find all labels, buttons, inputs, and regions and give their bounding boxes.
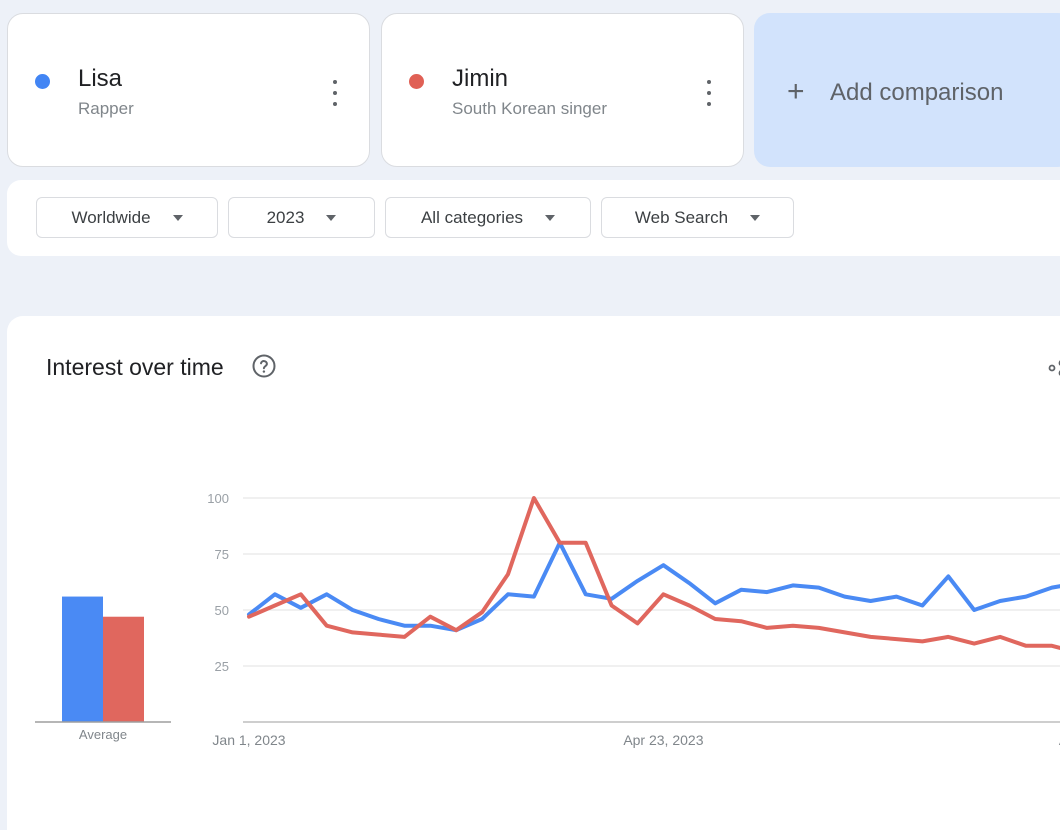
series-line-jimin	[247, 496, 1060, 650]
y-tick-label: 100	[207, 491, 229, 506]
data-point	[299, 606, 303, 610]
add-comparison-label: Add comparison	[830, 79, 1004, 106]
series-line-lisa	[247, 540, 1060, 633]
data-point	[920, 604, 924, 608]
data-point	[273, 604, 277, 608]
time-range-select-value: 2023	[266, 207, 305, 227]
data-point	[713, 601, 717, 605]
x-tick-label: Jan 1, 2023	[212, 732, 285, 748]
data-point	[584, 592, 588, 596]
data-point	[402, 624, 406, 628]
data-point	[713, 617, 717, 621]
data-point	[558, 541, 562, 545]
dropdown-caret-icon	[545, 214, 556, 221]
data-point	[739, 588, 743, 592]
average-label: Average	[79, 727, 127, 742]
data-point	[377, 633, 381, 637]
term-subtitle: South Korean singer	[452, 99, 607, 118]
data-point	[610, 604, 614, 608]
data-point	[946, 635, 950, 639]
data-point	[428, 615, 432, 619]
plus-icon: +	[787, 75, 805, 108]
series-color-dot	[409, 74, 424, 89]
dropdown-caret-icon	[172, 214, 183, 221]
data-point	[1050, 586, 1054, 590]
data-point	[273, 592, 277, 596]
data-point	[480, 610, 484, 614]
data-point	[661, 563, 665, 567]
term-subtitle: Rapper	[78, 99, 134, 118]
data-point	[765, 626, 769, 630]
term-card-jimin[interactable]: Jimin South Korean singer	[381, 13, 744, 167]
data-point	[325, 592, 329, 596]
data-point	[506, 592, 510, 596]
data-point	[584, 541, 588, 545]
average-bar-jimin	[103, 616, 144, 722]
data-point	[402, 635, 406, 639]
category-select[interactable]: All categories	[385, 197, 591, 238]
data-point	[1024, 644, 1028, 648]
data-point	[428, 624, 432, 628]
data-point	[506, 572, 510, 576]
data-point	[739, 619, 743, 623]
data-point	[661, 592, 665, 596]
series-color-dot	[35, 74, 50, 89]
dropdown-caret-icon	[750, 214, 761, 221]
search-type-select-value: Web Search	[634, 207, 729, 227]
data-point	[920, 639, 924, 643]
data-point	[480, 617, 484, 621]
data-point	[843, 630, 847, 634]
data-point	[817, 626, 821, 630]
filter-bar: Worldwide 2023 All categories Web Search	[7, 180, 1060, 256]
data-point	[895, 637, 899, 641]
data-point	[791, 624, 795, 628]
time-range-select[interactable]: 2023	[228, 197, 375, 238]
data-point	[687, 604, 691, 608]
category-select-value: All categories	[420, 207, 524, 227]
data-point	[247, 615, 251, 619]
data-point	[972, 608, 976, 612]
term-name: Jimin	[452, 65, 509, 92]
data-point	[869, 635, 873, 639]
data-point	[765, 590, 769, 594]
average-bar-lisa	[62, 596, 103, 722]
region-select[interactable]: Worldwide	[36, 197, 218, 238]
data-point	[1050, 644, 1054, 648]
data-point	[454, 628, 458, 632]
search-type-select[interactable]: Web Search	[601, 197, 794, 238]
y-tick-label: 25	[215, 659, 229, 674]
data-point	[998, 635, 1002, 639]
data-point	[636, 579, 640, 583]
term-card-lisa[interactable]: Lisa Rapper	[7, 13, 370, 167]
data-point	[895, 595, 899, 599]
data-point	[532, 496, 536, 500]
data-point	[636, 621, 640, 625]
y-tick-label: 50	[215, 603, 229, 618]
data-point	[843, 595, 847, 599]
data-point	[972, 642, 976, 646]
interest-over-time-card: Interest over time 25 50 75 100 Jan 1, 2023 A…	[7, 316, 1060, 830]
data-point	[532, 595, 536, 599]
data-point	[998, 599, 1002, 603]
y-tick-label: 75	[215, 547, 229, 562]
more-options-icon[interactable]	[699, 80, 719, 106]
region-select-value: Worldwide	[71, 207, 151, 227]
more-options-icon[interactable]	[325, 80, 345, 106]
data-point	[377, 617, 381, 621]
data-point	[299, 592, 303, 596]
data-point	[817, 586, 821, 590]
x-tick-label: Apr 23, 2023	[623, 732, 703, 748]
data-point	[351, 630, 355, 634]
data-point	[687, 581, 691, 585]
data-point	[325, 624, 329, 628]
add-comparison-button[interactable]: + Add comparison	[754, 13, 1060, 167]
term-name: Lisa	[78, 65, 123, 92]
data-point	[946, 574, 950, 578]
data-point	[791, 583, 795, 587]
data-point	[351, 608, 355, 612]
interest-chart: 255075100Jan 1, 2023Apr 23, 2023AuAverag…	[35, 491, 1060, 748]
dropdown-caret-icon	[326, 214, 337, 221]
data-point	[1024, 595, 1028, 599]
data-point	[869, 599, 873, 603]
